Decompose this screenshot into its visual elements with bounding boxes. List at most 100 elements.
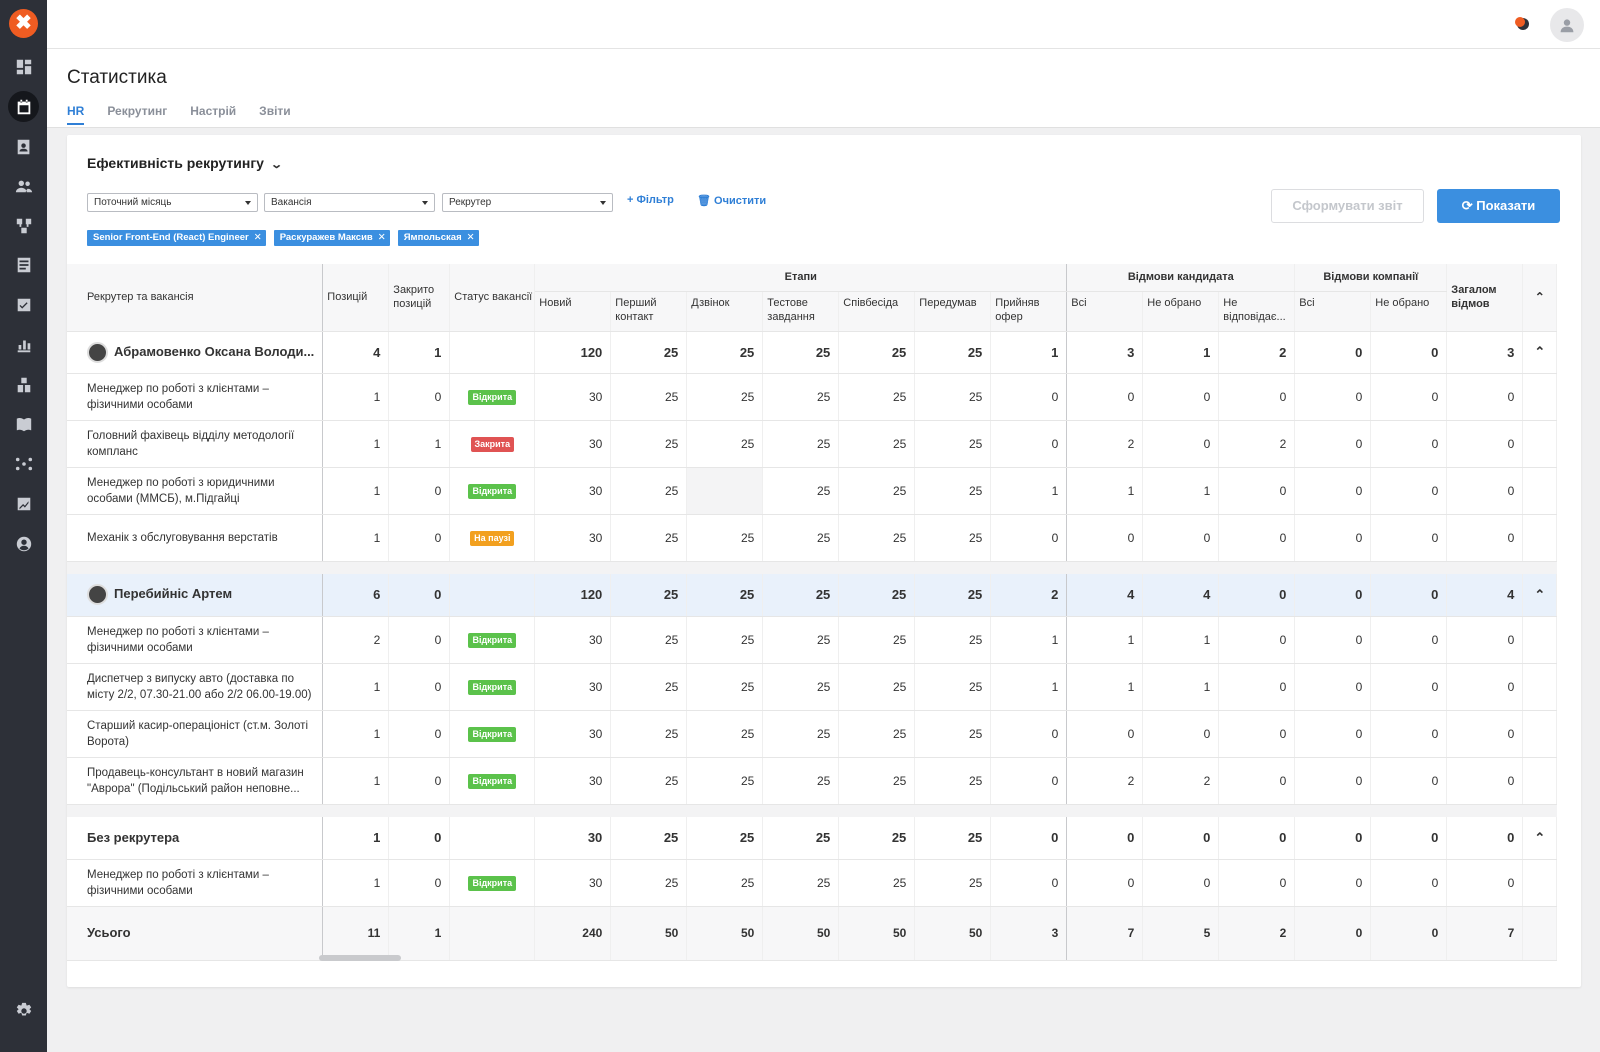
dashboard-icon[interactable] — [0, 52, 47, 82]
cell-value: 0 — [1294, 710, 1372, 758]
vacancy-row[interactable]: Менеджер по роботі з клієнтами – фізични… — [67, 373, 1558, 421]
empty-cell — [1522, 616, 1558, 664]
cell-value: 0 — [388, 710, 451, 758]
contacts-icon[interactable] — [0, 132, 47, 162]
cell-value: 0 — [1446, 420, 1524, 468]
cell-value: 0 — [388, 467, 451, 515]
cell-value: 0 — [1142, 859, 1220, 907]
cell-value: 25 — [686, 663, 764, 711]
vacancy-row[interactable]: Менеджер по роботі з клієнтами – фізични… — [67, 616, 1558, 664]
close-icon[interactable]: ✕ — [254, 232, 262, 243]
chevron-up-icon[interactable]: ⌃ — [1522, 817, 1558, 860]
cell-value: 0 — [1370, 373, 1448, 421]
cell-value: 0 — [388, 616, 451, 664]
chevron-up-icon[interactable]: ⌃ — [1522, 574, 1558, 617]
cell-value: 1 — [322, 859, 390, 907]
cell-value: 0 — [1218, 574, 1296, 617]
close-icon[interactable]: ✕ — [467, 232, 475, 243]
book-icon[interactable] — [0, 409, 47, 439]
recruiter-row[interactable]: Абрамовенко Оксана Володи... 4 1 120 25 25 25 2… — [67, 331, 1558, 374]
chevron-up-icon[interactable]: ⌃ — [1522, 331, 1558, 374]
filter-chip[interactable]: Ямпольская ✕ — [397, 230, 479, 246]
network-icon[interactable] — [0, 449, 47, 479]
cell-value: 25 — [914, 420, 992, 468]
chart-icon[interactable] — [0, 330, 47, 360]
cell-value: 0 — [1218, 616, 1296, 664]
calendar-icon[interactable] — [8, 91, 39, 122]
settings-icon[interactable] — [0, 996, 47, 1026]
tab-mood[interactable]: Настрій — [190, 104, 236, 125]
tab-reports[interactable]: Звіти — [259, 104, 290, 125]
people-icon[interactable] — [0, 171, 47, 201]
filter-chip[interactable]: Раскуражев Максив ✕ — [273, 230, 390, 246]
show-button[interactable]: ⟳ Показати — [1437, 189, 1560, 223]
cell-value: 0 — [1370, 574, 1448, 617]
cell-value: 1 — [322, 373, 390, 421]
cell-value: 1 — [388, 906, 451, 961]
cell-value: 25 — [686, 420, 764, 468]
recruiter-row[interactable]: Перебийніс Артем 6 0 120 25 25 25 25 25 2 4 4 0 0 0 4 ⌃ — [67, 574, 1558, 617]
filter-chip[interactable]: Senior Front-End (React) Engineer ✕ — [87, 230, 266, 246]
clear-button[interactable]: 🗑 Очистити — [697, 194, 766, 207]
empty-cell — [1522, 710, 1558, 758]
recruiter-row[interactable]: Без рекрутера 1 0 30 25 25 25 25 25 0 0 0 0 0 0 0 ⌃ — [67, 817, 1558, 860]
status-badge: Відкрита — [468, 389, 517, 405]
tab-hr[interactable]: HR — [67, 104, 85, 125]
vacancy-row[interactable]: Менеджер по роботі з юридичними особами … — [67, 467, 1558, 515]
app-logo[interactable]: ✖ — [9, 9, 38, 38]
cell-value: 25 — [610, 859, 688, 907]
cell-value: 0 — [1218, 859, 1296, 907]
cell-value: 0 — [1066, 859, 1144, 907]
close-icon[interactable]: ✕ — [378, 232, 386, 243]
cell-value: 25 — [838, 574, 916, 617]
vacancy-name: Менеджер по роботі з клієнтами – фізични… — [67, 616, 324, 664]
vacancy-row[interactable]: Головний фахівець відділу методології ко… — [67, 420, 1558, 468]
account-icon[interactable] — [0, 529, 47, 559]
status-badge: Закрита — [470, 436, 515, 452]
cell-value: 1 — [990, 331, 1068, 374]
analytics-icon[interactable] — [0, 489, 47, 519]
generate-report-button[interactable]: Сформувати звіт — [1271, 189, 1424, 223]
workflow-icon[interactable] — [0, 211, 47, 241]
cell-value: 25 — [610, 373, 688, 421]
news-icon[interactable] — [0, 250, 47, 280]
cell-value: 1 — [322, 420, 390, 468]
status-cell — [449, 331, 536, 374]
vacancy-select[interactable]: Вакансія — [264, 193, 435, 212]
cell-value: 25 — [762, 859, 840, 907]
horizontal-scrollbar[interactable] — [319, 955, 401, 961]
notification-icon[interactable] — [1512, 14, 1532, 34]
cell-value: 25 — [610, 663, 688, 711]
cell-value: 0 — [388, 514, 451, 562]
vacancy-row[interactable]: Диспетчер з випуску авто (доставка по мі… — [67, 663, 1558, 711]
cell-value: 25 — [914, 331, 992, 374]
recruiter-select[interactable]: Рекрутер — [442, 193, 613, 212]
cell-value: 1 — [388, 331, 451, 374]
cell-value: 0 — [1294, 859, 1372, 907]
empty-cell — [1522, 906, 1558, 961]
add-filter-button[interactable]: + Фільтр — [627, 194, 674, 206]
cell-value: 0 — [1142, 817, 1220, 860]
vacancy-row[interactable]: Старший касир-операціоніст (ст.м. Золоті… — [67, 710, 1558, 758]
cell-value: 25 — [914, 817, 992, 860]
vacancy-row[interactable]: Механік з обслуговування верстатів 1 0 На п… — [67, 514, 1558, 562]
vacancy-row[interactable]: Продавець-консультант в новий магазин "А… — [67, 757, 1558, 805]
cell-value: 0 — [1218, 710, 1296, 758]
cell-value: 25 — [838, 616, 916, 664]
tasks-icon[interactable] — [0, 290, 47, 320]
report-selector[interactable]: Ефективність рекрутингу ⌄ — [87, 155, 283, 171]
vacancy-row[interactable]: Менеджер по роботі з клієнтами – фізични… — [67, 859, 1558, 907]
cell-value: 25 — [838, 859, 916, 907]
total-label: Усього — [67, 906, 324, 961]
group-spacer — [67, 561, 1557, 574]
chevron-up-icon[interactable]: ⌃ — [1522, 264, 1558, 332]
sidebar: ✖ — [0, 0, 47, 1052]
user-avatar-icon[interactable] — [1550, 8, 1584, 42]
tab-recruiting[interactable]: Рекрутинг — [107, 104, 167, 125]
col-cand-refusal: Не обрано — [1142, 291, 1220, 332]
org-icon[interactable] — [0, 370, 47, 400]
period-select[interactable]: Поточний місяць — [87, 193, 258, 212]
cell-value: 25 — [838, 373, 916, 421]
cell-value: 25 — [914, 467, 992, 515]
status-badge: Відкрита — [468, 875, 517, 891]
